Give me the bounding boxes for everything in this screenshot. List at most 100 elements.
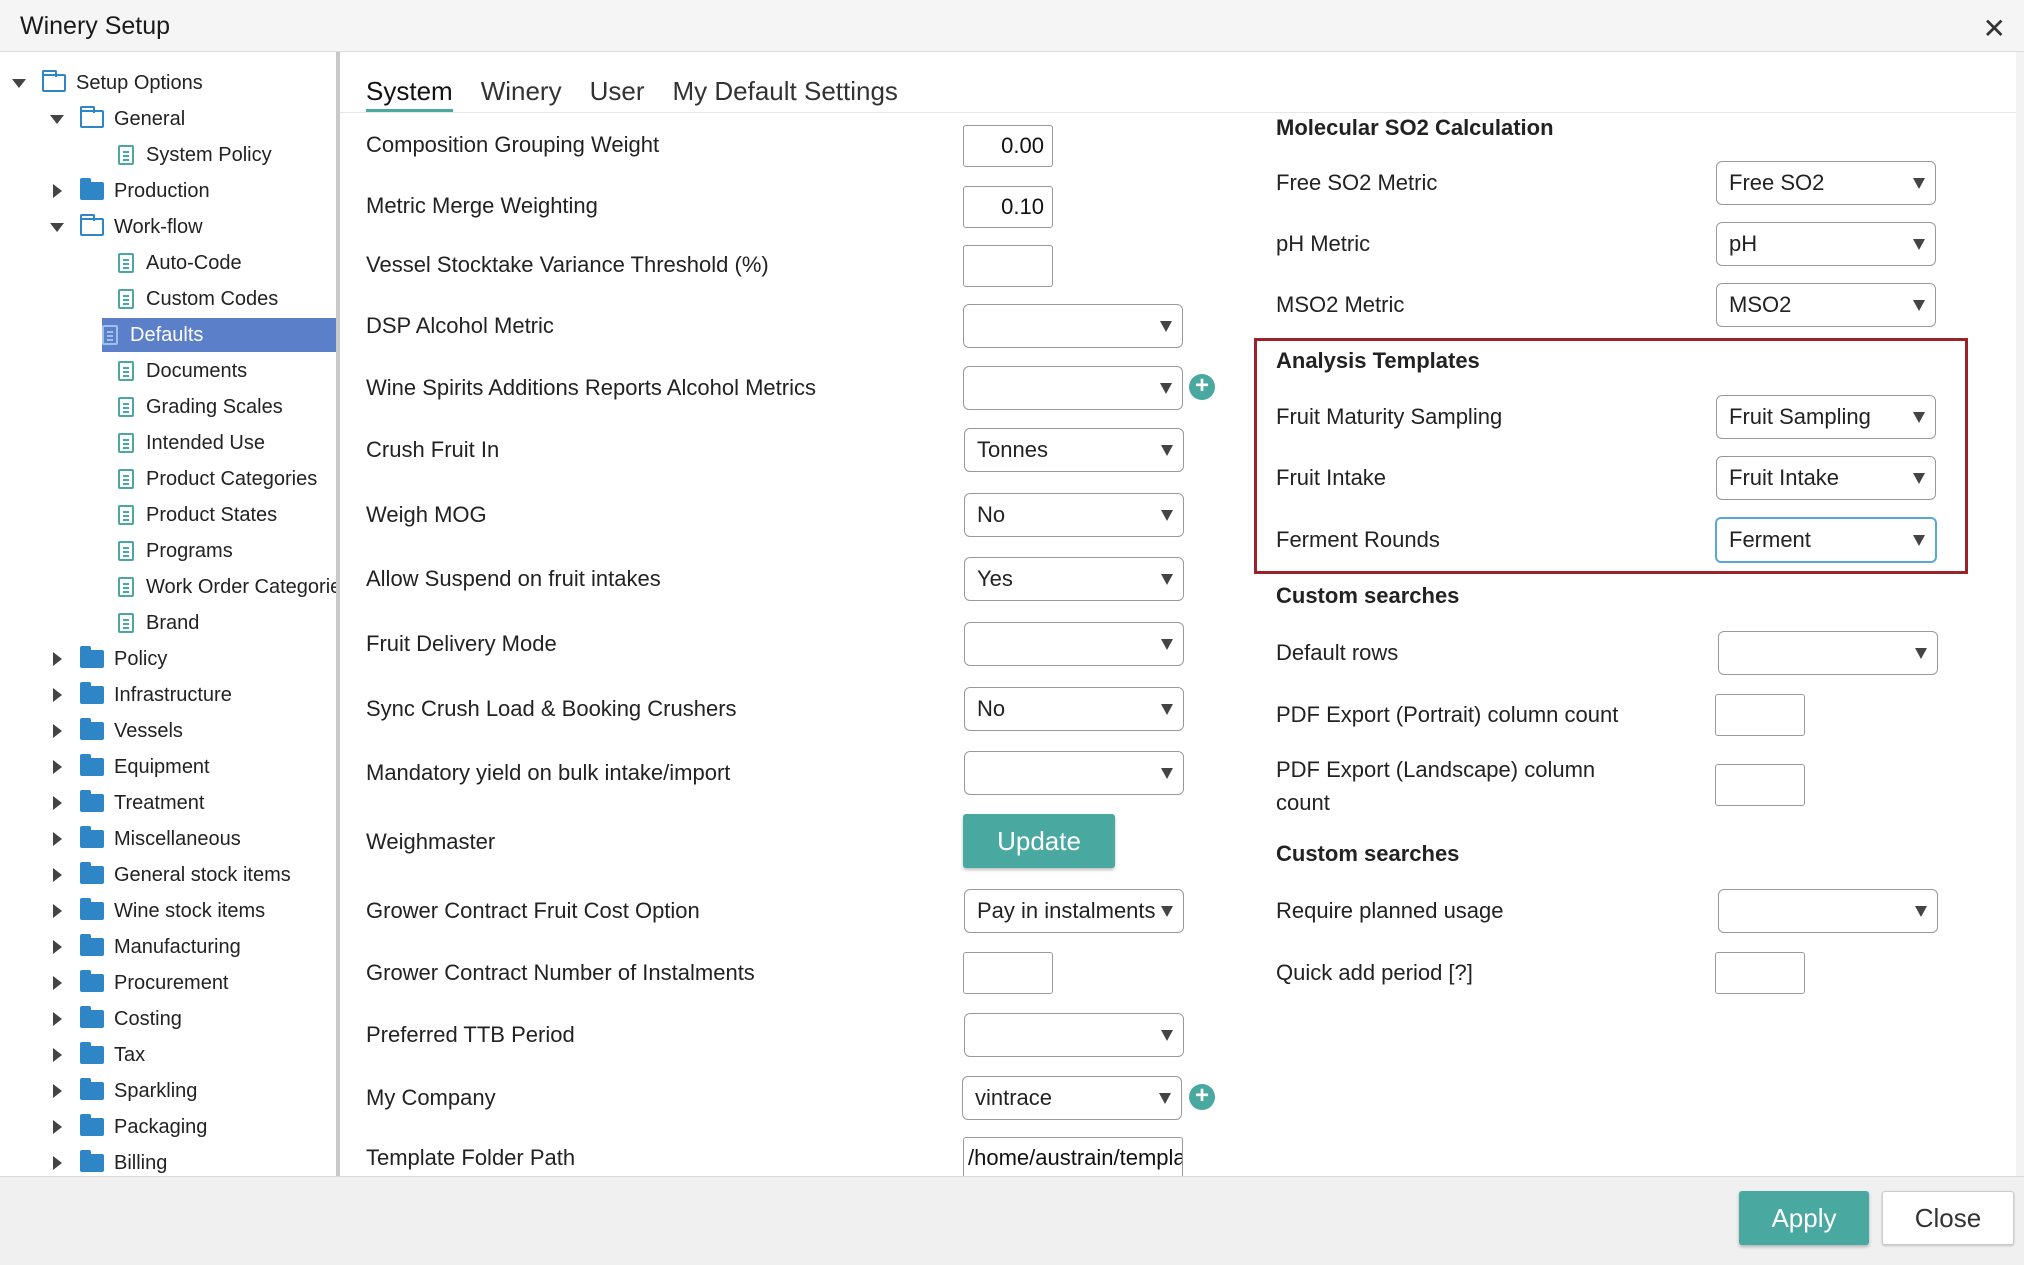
tree-item-label: Brand bbox=[146, 611, 200, 634]
allow-suspend-select[interactable]: Yes bbox=[964, 557, 1184, 601]
tree-item-tax[interactable]: Tax bbox=[50, 1038, 145, 1072]
free-so2-metric-select[interactable]: Free SO2 bbox=[1716, 161, 1936, 205]
tab-system[interactable]: System bbox=[366, 76, 453, 112]
tree-item-treatment[interactable]: Treatment bbox=[50, 786, 204, 820]
tree-item-general-stock-items[interactable]: General stock items bbox=[50, 858, 291, 892]
tree-item-brand[interactable]: Brand bbox=[88, 606, 199, 640]
close-icon[interactable]: ✕ bbox=[1983, 12, 2006, 45]
pdf-landscape-input[interactable] bbox=[1715, 764, 1805, 806]
tree-item-custom-codes[interactable]: Custom Codes bbox=[88, 282, 278, 316]
mandatory-yield-select[interactable] bbox=[964, 751, 1184, 795]
tree-item-label: Treatment bbox=[114, 791, 205, 814]
expand-arrow-icon[interactable] bbox=[50, 1156, 64, 1170]
tree-item-infrastructure[interactable]: Infrastructure bbox=[50, 678, 232, 712]
collapse-arrow-icon[interactable] bbox=[50, 112, 64, 126]
fruit-delivery-mode-select[interactable] bbox=[964, 622, 1184, 666]
template-folder-path-input[interactable]: /home/austrain/templates bbox=[963, 1137, 1183, 1176]
tree-item-costing[interactable]: Costing bbox=[50, 1002, 182, 1036]
mso2-metric-select[interactable]: MSO2 bbox=[1716, 283, 1936, 327]
fruit-maturity-sampling-select[interactable]: Fruit Sampling bbox=[1716, 395, 1936, 439]
fruit-intake-select[interactable]: Fruit Intake bbox=[1716, 456, 1936, 500]
tree-item-equipment[interactable]: Equipment bbox=[50, 750, 210, 784]
expand-arrow-icon[interactable] bbox=[50, 760, 64, 774]
tree-item-work-order-categories[interactable]: Work Order Categories bbox=[88, 570, 336, 604]
apply-button[interactable]: Apply bbox=[1739, 1191, 1869, 1245]
tree-item-setup-options[interactable]: Setup Options bbox=[12, 66, 203, 100]
dropdown-caret-icon bbox=[1915, 906, 1927, 917]
tree-item-product-categories[interactable]: Product Categories bbox=[88, 462, 317, 496]
tree-item-policy[interactable]: Policy bbox=[50, 642, 167, 676]
expand-arrow-icon[interactable] bbox=[50, 688, 64, 702]
grower-contract-instalments-input[interactable] bbox=[963, 952, 1053, 994]
expand-arrow-icon[interactable] bbox=[50, 1012, 64, 1026]
pdf-portrait-input[interactable] bbox=[1715, 694, 1805, 736]
document-icon bbox=[118, 433, 134, 453]
wine-spirits-additions-select[interactable] bbox=[963, 366, 1183, 410]
tree-item-defaults[interactable]: Defaults bbox=[102, 318, 336, 352]
weighmaster-update-button[interactable]: Update bbox=[963, 814, 1115, 868]
sync-crush-load-label: Sync Crush Load & Booking Crushers bbox=[366, 696, 737, 721]
tree-item-grading-scales[interactable]: Grading Scales bbox=[88, 390, 283, 424]
tree-item-packaging[interactable]: Packaging bbox=[50, 1110, 207, 1144]
tab-my-default-settings[interactable]: My Default Settings bbox=[673, 76, 898, 112]
tree-item-programs[interactable]: Programs bbox=[88, 534, 233, 568]
tree-item-intended-use[interactable]: Intended Use bbox=[88, 426, 265, 460]
expand-arrow-icon[interactable] bbox=[50, 868, 64, 882]
expand-arrow-icon[interactable] bbox=[50, 796, 64, 810]
close-button[interactable]: Close bbox=[1882, 1191, 2014, 1245]
collapse-arrow-icon[interactable] bbox=[12, 76, 26, 90]
my-company-select[interactable]: vintrace bbox=[962, 1076, 1182, 1120]
tree-item-work-flow[interactable]: Work-flow bbox=[50, 210, 203, 244]
expand-arrow-icon[interactable] bbox=[50, 1084, 64, 1098]
expand-arrow-icon[interactable] bbox=[50, 1120, 64, 1134]
vessel-stocktake-threshold-input[interactable] bbox=[963, 245, 1053, 287]
expand-arrow-icon[interactable] bbox=[50, 724, 64, 738]
require-planned-usage-select[interactable] bbox=[1718, 889, 1938, 933]
expand-arrow-icon[interactable] bbox=[50, 184, 64, 198]
expand-arrow-icon[interactable] bbox=[50, 940, 64, 954]
tree-item-billing[interactable]: Billing bbox=[50, 1146, 167, 1176]
tree-item-product-states[interactable]: Product States bbox=[88, 498, 277, 532]
tree-item-sparkling[interactable]: Sparkling bbox=[50, 1074, 197, 1108]
ferment-rounds-select[interactable]: Ferment bbox=[1715, 517, 1937, 563]
tree-item-miscellaneous[interactable]: Miscellaneous bbox=[50, 822, 241, 856]
expand-arrow-icon[interactable] bbox=[50, 976, 64, 990]
add-company-plus-icon[interactable]: + bbox=[1189, 1084, 1215, 1110]
grower-contract-cost-select[interactable]: Pay in instalments bbox=[964, 889, 1184, 933]
collapse-arrow-icon[interactable] bbox=[50, 220, 64, 234]
default-rows-select[interactable] bbox=[1718, 631, 1938, 675]
tree-item-production[interactable]: Production bbox=[50, 174, 210, 208]
panel-divider[interactable] bbox=[336, 52, 340, 1176]
ph-metric-select[interactable]: pH bbox=[1716, 222, 1936, 266]
quick-add-period-input[interactable] bbox=[1715, 952, 1805, 994]
expand-arrow-icon[interactable] bbox=[50, 652, 64, 666]
add-alcohol-metric-plus-icon[interactable]: + bbox=[1189, 374, 1215, 400]
open-folder-icon bbox=[80, 214, 104, 236]
metric-merge-weighting-input[interactable]: 0.10 bbox=[963, 186, 1053, 228]
composition-grouping-weight-label: Composition Grouping Weight bbox=[366, 132, 660, 157]
tab-winery[interactable]: Winery bbox=[481, 76, 562, 112]
crush-fruit-in-select[interactable]: Tonnes bbox=[964, 428, 1184, 472]
preferred-ttb-period-select[interactable] bbox=[964, 1013, 1184, 1057]
free-so2-metric-label: Free SO2 Metric bbox=[1276, 170, 1438, 195]
vertical-scrollbar[interactable] bbox=[2016, 52, 2024, 1176]
expand-arrow-icon[interactable] bbox=[50, 904, 64, 918]
sync-crush-load-select[interactable]: No bbox=[964, 687, 1184, 731]
tab-user[interactable]: User bbox=[590, 76, 645, 112]
document-icon bbox=[118, 289, 134, 309]
weigh-mog-select[interactable]: No bbox=[964, 493, 1184, 537]
composition-grouping-weight-input[interactable]: 0.00 bbox=[963, 125, 1053, 167]
tree-item-manufacturing[interactable]: Manufacturing bbox=[50, 930, 241, 964]
vessel-stocktake-threshold-label: Vessel Stocktake Variance Threshold (%) bbox=[366, 252, 769, 277]
tree-item-system-policy[interactable]: System Policy bbox=[88, 138, 272, 172]
expand-arrow-icon[interactable] bbox=[50, 1048, 64, 1062]
folder-icon bbox=[80, 682, 104, 704]
tree-item-documents[interactable]: Documents bbox=[88, 354, 247, 388]
tree-item-vessels[interactable]: Vessels bbox=[50, 714, 183, 748]
tree-item-procurement[interactable]: Procurement bbox=[50, 966, 229, 1000]
dsp-alcohol-metric-select[interactable] bbox=[963, 304, 1183, 348]
tree-item-general[interactable]: General bbox=[50, 102, 185, 136]
tree-item-auto-code[interactable]: Auto-Code bbox=[88, 246, 242, 280]
expand-arrow-icon[interactable] bbox=[50, 832, 64, 846]
tree-item-wine-stock-items[interactable]: Wine stock items bbox=[50, 894, 265, 928]
